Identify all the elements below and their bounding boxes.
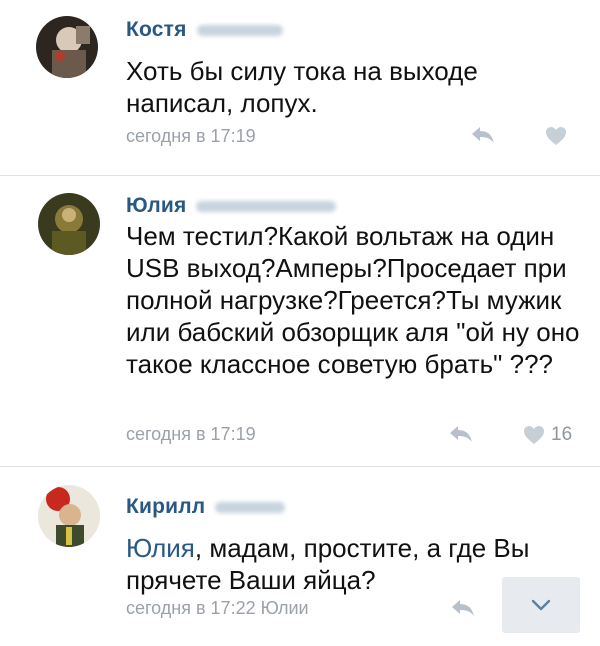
comment-timestamp[interactable]: сегодня в 17:19 <box>126 424 256 445</box>
mention-link[interactable]: Юлия <box>126 533 195 563</box>
author-surname-blurred <box>196 24 283 36</box>
heart-icon <box>524 426 544 444</box>
reply-arrow-icon[interactable] <box>470 125 496 145</box>
expand-button[interactable] <box>502 577 580 633</box>
comment-2: Юлия Чем тестил?Какой вольтаж на один US… <box>0 176 600 466</box>
avatar-image <box>36 16 98 78</box>
comment-timestamp[interactable]: сегодня в 17:19 <box>126 126 256 147</box>
author-surname-blurred <box>215 501 286 513</box>
reply-arrow-icon[interactable] <box>448 424 474 444</box>
avatar-image <box>38 193 100 255</box>
comment-text: Хоть бы силу тока на выходе написал, лоп… <box>126 56 478 118</box>
comment-3: Кирилл Юлия, мадам, простите, а где Вы п… <box>0 467 600 646</box>
chevron-down-icon <box>531 599 551 611</box>
like-button[interactable] <box>544 125 568 147</box>
comment-author[interactable]: Юлия <box>126 194 186 218</box>
comment-timestamp[interactable]: сегодня в 17:22 Юлии <box>126 598 309 619</box>
reply-arrow-icon[interactable] <box>450 598 476 618</box>
avatar[interactable] <box>36 16 98 78</box>
heart-icon <box>546 127 566 145</box>
comment-1: Костя Хоть бы силу тока на выходе написа… <box>0 0 600 175</box>
comment-author[interactable]: Костя <box>126 18 187 42</box>
comment-author[interactable]: Кирилл <box>126 495 205 519</box>
author-surname-blurred <box>196 200 337 212</box>
like-count: 16 <box>551 424 573 445</box>
like-button[interactable]: 16 <box>522 424 572 446</box>
avatar[interactable] <box>38 193 100 255</box>
avatar[interactable] <box>38 485 100 547</box>
comment-text: Чем тестил?Какой вольтаж на один USB вых… <box>126 221 580 379</box>
avatar-image <box>38 485 100 547</box>
